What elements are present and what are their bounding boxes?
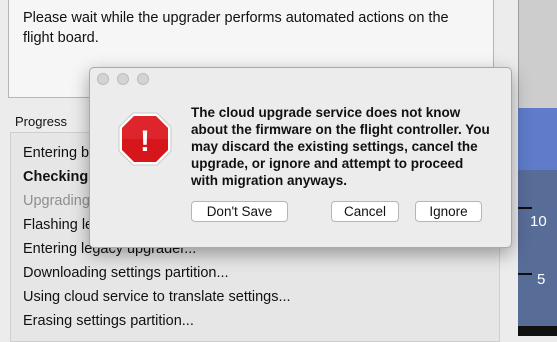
stop-alert-icon: ! (118, 112, 172, 166)
progress-step: Entering bo (23, 145, 98, 161)
minimize-window-button[interactable] (117, 73, 129, 85)
close-window-button[interactable] (97, 73, 109, 85)
progress-step: Flashing le (23, 217, 94, 233)
scale-blue-region (518, 108, 557, 170)
alert-message: The cloud upgrade service does not know … (191, 105, 490, 188)
progress-step-pending: Upgrading (23, 193, 90, 209)
cancel-button[interactable]: Cancel (331, 201, 399, 222)
progress-label: Progress (15, 114, 68, 129)
progress-step: Using cloud service to translate setting… (23, 289, 291, 305)
dont-save-button[interactable]: Don't Save (191, 201, 288, 222)
scale-label: 10 (530, 213, 547, 230)
ignore-button[interactable]: Ignore (415, 201, 482, 222)
scale-bottom-bar (518, 326, 557, 336)
progress-step: Downloading settings partition... (23, 265, 229, 281)
alert-glyph: ! (140, 125, 150, 158)
zoom-window-button[interactable] (137, 73, 149, 85)
alert-dialog: ! The cloud upgrade service does not kno… (89, 67, 512, 248)
scale-gray-region (518, 0, 557, 108)
progress-step-active: Checking (23, 169, 89, 185)
instruction-text: Please wait while the upgrader performs … (23, 10, 449, 46)
scale-label: 5 (537, 271, 546, 288)
progress-step: Erasing settings partition... (23, 313, 194, 329)
scale-dark-region (518, 170, 557, 336)
dialog-titlebar (90, 68, 511, 90)
scale-tick (518, 207, 532, 209)
scale-tick (518, 273, 532, 275)
